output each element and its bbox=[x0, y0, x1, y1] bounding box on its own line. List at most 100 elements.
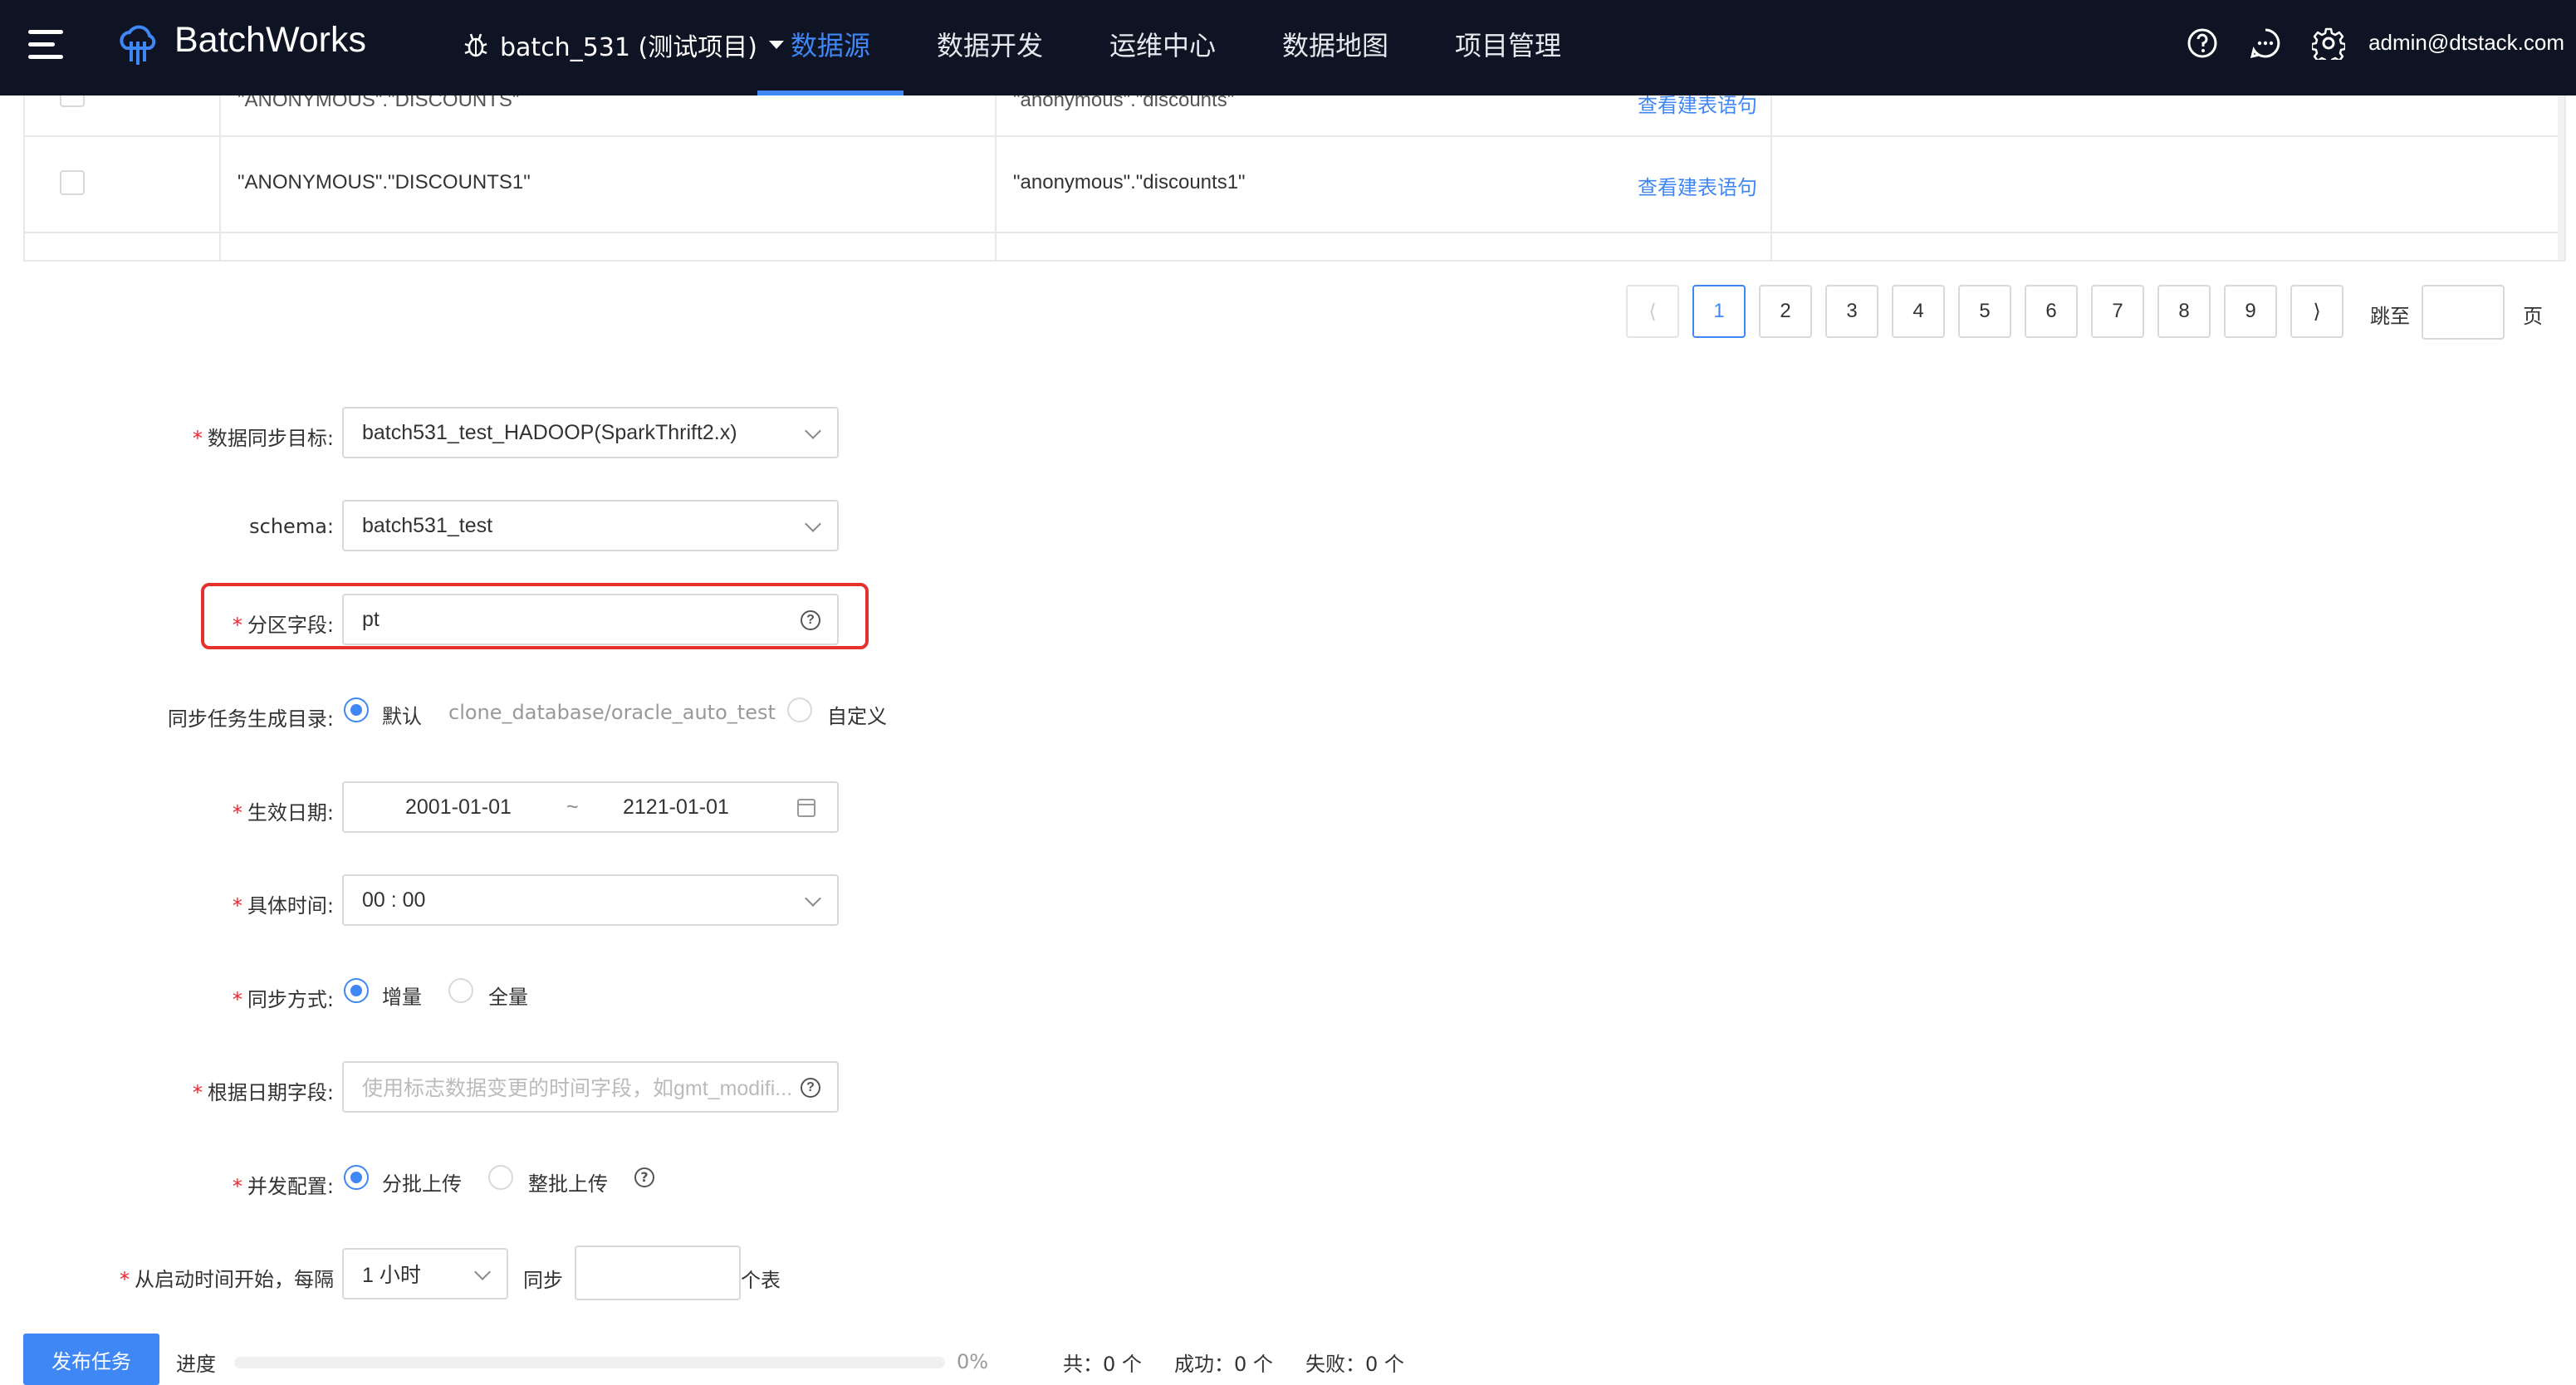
caret-down-icon bbox=[768, 41, 784, 49]
sync-target-value: batch531_test_HADOOP(SparkThrift2.x) bbox=[362, 420, 737, 444]
table-row: "ANONYMOUS"."DISCOUNTS" "anonymous"."dis… bbox=[25, 95, 2564, 137]
next-page-button[interactable]: ⟩ bbox=[2290, 285, 2343, 338]
chevron-down-icon bbox=[474, 1264, 491, 1280]
chevron-down-icon bbox=[805, 516, 821, 532]
settings-icon[interactable] bbox=[2312, 27, 2345, 60]
project-selector[interactable]: batch_531 (测试项目) bbox=[462, 25, 784, 65]
brand-name: BatchWorks bbox=[174, 20, 366, 60]
bug-icon bbox=[464, 33, 487, 57]
date-field-label: * 根据日期字段: bbox=[192, 1081, 334, 1104]
nav-data-map[interactable]: 数据地图 bbox=[1282, 25, 1388, 63]
total-count: 共：0 个 bbox=[1063, 1353, 1142, 1376]
date-range-picker[interactable]: 2001-01-01 ~ 2121-01-01 bbox=[342, 781, 839, 833]
progress-bar bbox=[234, 1357, 945, 1368]
target-table-name: "anonymous"."discounts" bbox=[1013, 95, 1235, 111]
mode-full-radio[interactable] bbox=[448, 978, 473, 1003]
dir-custom-label[interactable]: 自定义 bbox=[827, 700, 887, 729]
progress-percent: 0% bbox=[957, 1350, 989, 1373]
whole-upload-radio[interactable] bbox=[488, 1165, 513, 1190]
source-table-name: "ANONYMOUS"."DISCOUNTS1" bbox=[238, 171, 531, 193]
mode-full-label[interactable]: 全量 bbox=[488, 981, 528, 1010]
top-nav-bar: BatchWorks batch_531 (测试项目) 数据源 数据开发 运维中… bbox=[0, 0, 2576, 95]
partition-value: pt bbox=[362, 607, 380, 631]
progress-label: 进度 bbox=[176, 1353, 216, 1376]
nav-datasource[interactable]: 数据源 bbox=[791, 25, 870, 63]
jump-page-input[interactable] bbox=[2422, 285, 2505, 340]
prev-page-button[interactable]: ⟨ bbox=[1626, 285, 1679, 338]
batch-upload-radio[interactable] bbox=[344, 1165, 369, 1190]
mode-incremental-radio[interactable] bbox=[344, 978, 369, 1003]
date-end[interactable]: 2121-01-01 bbox=[623, 795, 729, 820]
interval-select[interactable]: 1 小时 bbox=[342, 1248, 508, 1299]
nav-ops-center[interactable]: 运维中心 bbox=[1109, 25, 1216, 63]
table-scrollbar[interactable] bbox=[2558, 95, 2564, 260]
table-row: "ANONYMOUS"."DISCOUNTS1" "anonymous"."di… bbox=[25, 137, 2564, 233]
sync-target-select[interactable]: batch531_test_HADOOP(SparkThrift2.x) bbox=[342, 407, 839, 458]
sync-label: 同步 bbox=[523, 1269, 563, 1292]
dir-label: 同步任务生成目录: bbox=[167, 707, 334, 731]
partition-label: * 分区字段: bbox=[232, 614, 334, 637]
date-separator: ~ bbox=[566, 795, 579, 819]
time-select[interactable]: 00 : 00 bbox=[342, 874, 839, 926]
dir-default-radio[interactable] bbox=[344, 697, 369, 722]
chevron-down-icon bbox=[805, 423, 821, 439]
table-count-input[interactable] bbox=[575, 1246, 741, 1300]
fail-count: 失败：0 个 bbox=[1305, 1353, 1404, 1376]
project-name: batch_531 (测试项目) bbox=[500, 33, 757, 62]
schema-select[interactable]: batch531_test bbox=[342, 500, 839, 551]
mode-incremental-label[interactable]: 增量 bbox=[382, 981, 422, 1010]
nav-project-mgmt[interactable]: 项目管理 bbox=[1455, 25, 1561, 63]
date-start[interactable]: 2001-01-01 bbox=[405, 795, 512, 820]
whole-upload-label[interactable]: 整批上传 bbox=[528, 1167, 608, 1197]
partition-field-input[interactable]: pt ? bbox=[342, 594, 839, 645]
page-4-button[interactable]: 4 bbox=[1892, 285, 1945, 338]
date-label: * 生效日期: bbox=[232, 801, 334, 825]
schema-label: schema: bbox=[249, 515, 334, 538]
user-account[interactable]: admin@dtstack.com bbox=[2368, 30, 2564, 56]
hamburger-menu-icon[interactable] bbox=[25, 27, 65, 61]
help-icon[interactable] bbox=[2186, 27, 2219, 60]
success-count: 成功：0 个 bbox=[1174, 1353, 1273, 1376]
concurrency-label: * 并发配置: bbox=[232, 1175, 334, 1198]
page-1-button[interactable]: 1 bbox=[1692, 285, 1746, 338]
page-6-button[interactable]: 6 bbox=[2025, 285, 2078, 338]
batchworks-logo-icon bbox=[120, 25, 156, 65]
question-icon[interactable]: ? bbox=[801, 1078, 820, 1098]
message-icon[interactable] bbox=[2249, 27, 2282, 60]
question-icon[interactable]: ? bbox=[634, 1167, 654, 1187]
time-value: 00 : 00 bbox=[362, 888, 426, 912]
page-8-button[interactable]: 8 bbox=[2157, 285, 2211, 338]
page-9-button[interactable]: 9 bbox=[2224, 285, 2277, 338]
page-2-button[interactable]: 2 bbox=[1759, 285, 1812, 338]
row-checkbox[interactable] bbox=[60, 170, 85, 195]
dir-default-path: clone_database/oracle_auto_test bbox=[448, 701, 776, 724]
chevron-down-icon bbox=[805, 890, 821, 907]
page-suffix: 页 bbox=[2523, 305, 2543, 328]
page-5-button[interactable]: 5 bbox=[1958, 285, 2011, 338]
row-checkbox[interactable] bbox=[60, 95, 85, 107]
page-3-button[interactable]: 3 bbox=[1825, 285, 1878, 338]
nav-data-dev[interactable]: 数据开发 bbox=[937, 25, 1043, 63]
publish-task-button[interactable]: 发布任务 bbox=[23, 1334, 159, 1385]
target-table-name: "anonymous"."discounts1" bbox=[1013, 171, 1246, 193]
date-field-input[interactable]: 使用标志数据变更的时间字段，如gmt_modifi... ? bbox=[342, 1061, 839, 1113]
date-field-placeholder: 使用标志数据变更的时间字段，如gmt_modifi... bbox=[362, 1077, 793, 1100]
batch-upload-label[interactable]: 分批上传 bbox=[382, 1167, 462, 1197]
mode-label: * 同步方式: bbox=[232, 988, 334, 1011]
dir-custom-radio[interactable] bbox=[787, 697, 812, 722]
time-label: * 具体时间: bbox=[232, 894, 334, 918]
view-ddl-link[interactable]: 查看建表语句 bbox=[1638, 171, 1757, 200]
jump-label: 跳至 bbox=[2370, 305, 2410, 328]
schema-value: batch531_test bbox=[362, 513, 493, 537]
page-7-button[interactable]: 7 bbox=[2091, 285, 2144, 338]
table-unit-label: 个表 bbox=[741, 1269, 781, 1292]
target-label: * 数据同步目标: bbox=[192, 427, 334, 450]
view-ddl-link[interactable]: 查看建表语句 bbox=[1638, 95, 1757, 118]
source-table-name: "ANONYMOUS"."DISCOUNTS" bbox=[238, 95, 520, 111]
table-mapping: "ANONYMOUS"."DISCOUNTS" "anonymous"."dis… bbox=[23, 95, 2566, 262]
calendar-icon bbox=[797, 799, 815, 817]
question-icon[interactable]: ? bbox=[801, 610, 820, 630]
interval-label: * 从启动时间开始，每隔 bbox=[120, 1268, 334, 1291]
dir-default-label[interactable]: 默认 bbox=[382, 700, 422, 729]
interval-value: 1 小时 bbox=[362, 1264, 421, 1287]
